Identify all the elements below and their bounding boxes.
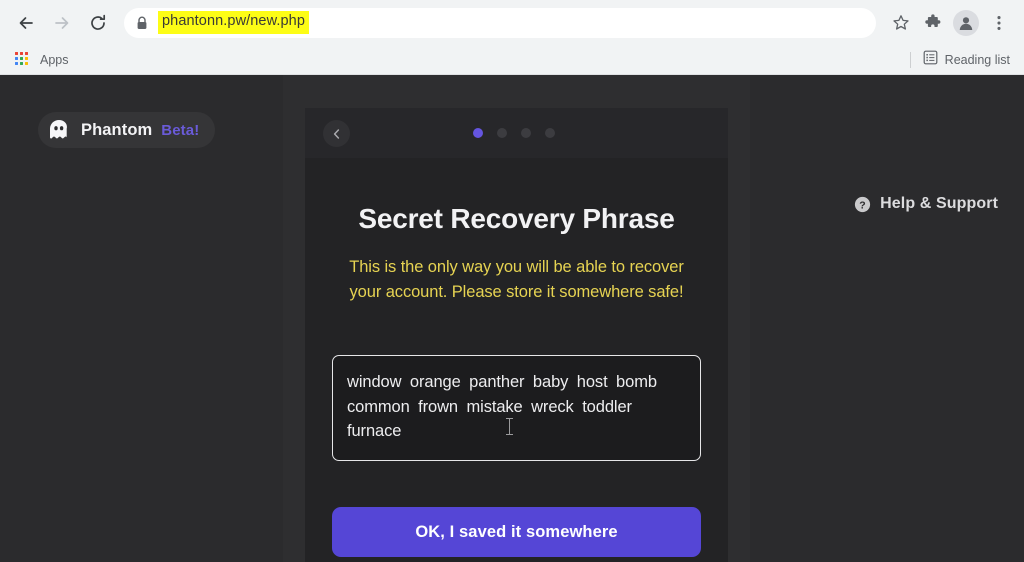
help-question-icon: ?: [854, 196, 871, 213]
svg-text:?: ?: [859, 199, 865, 211]
phantom-brand-name: Phantom: [81, 120, 153, 139]
toolbar-icons: [884, 8, 1014, 38]
reading-list-icon: [923, 50, 938, 70]
reading-list-label[interactable]: Reading list: [945, 53, 1010, 67]
modal-header: [305, 108, 728, 158]
phantom-brand-badge[interactable]: Phantom Beta!: [38, 112, 216, 148]
bookmark-star-icon[interactable]: [886, 8, 916, 38]
phantom-beta-label: Beta!: [161, 121, 200, 139]
recovery-phrase-modal: Secret Recovery Phrase This is the only …: [305, 108, 728, 562]
reading-list-button[interactable]: Reading list: [909, 50, 1016, 70]
help-and-support-label: Help & Support: [880, 195, 998, 212]
apps-label[interactable]: Apps: [40, 53, 69, 67]
browser-toolbar: phantonn.pw/new.php: [0, 0, 1024, 45]
reload-icon[interactable]: [82, 7, 114, 39]
bookmarks-bar: Apps Reading list: [0, 45, 1024, 75]
apps-grid-icon[interactable]: [15, 51, 31, 68]
step-dot-4[interactable]: [545, 128, 555, 138]
lock-icon: [134, 15, 150, 31]
url-text[interactable]: phantonn.pw/new.php: [158, 11, 309, 34]
back-icon[interactable]: [10, 7, 42, 39]
step-dot-3[interactable]: [521, 128, 531, 138]
forward-icon[interactable]: [46, 7, 78, 39]
modal-back-button[interactable]: [323, 120, 350, 147]
step-dot-1[interactable]: [473, 128, 483, 138]
text-cursor: [506, 418, 513, 436]
browser-chrome: phantonn.pw/new.php Apps Reading list: [0, 0, 1024, 75]
toolbar-divider: [909, 51, 911, 68]
address-bar[interactable]: phantonn.pw/new.php: [124, 7, 876, 38]
modal-title: Secret Recovery Phrase: [358, 203, 675, 234]
extensions-puzzle-icon[interactable]: [918, 8, 948, 38]
modal-body: Secret Recovery Phrase This is the only …: [305, 203, 728, 558]
recovery-phrase-words: window orange panther baby host bomb com…: [347, 373, 657, 440]
page-content: Phantom Beta! ? Help & Support Secret Re…: [0, 75, 1024, 562]
ghost-logo-icon: [46, 117, 72, 143]
ok-saved-it-button[interactable]: OK, I saved it somewhere: [332, 507, 701, 558]
step-dot-2[interactable]: [497, 128, 507, 138]
recovery-warning-text: This is the only way you will be able to…: [349, 258, 684, 302]
profile-avatar-icon[interactable]: [953, 9, 979, 36]
recovery-phrase-box[interactable]: window orange panther baby host bomb com…: [332, 355, 701, 462]
chrome-menu-icon[interactable]: [984, 8, 1014, 38]
step-indicator: [473, 128, 555, 138]
help-and-support-link[interactable]: ? Help & Support: [854, 195, 998, 213]
